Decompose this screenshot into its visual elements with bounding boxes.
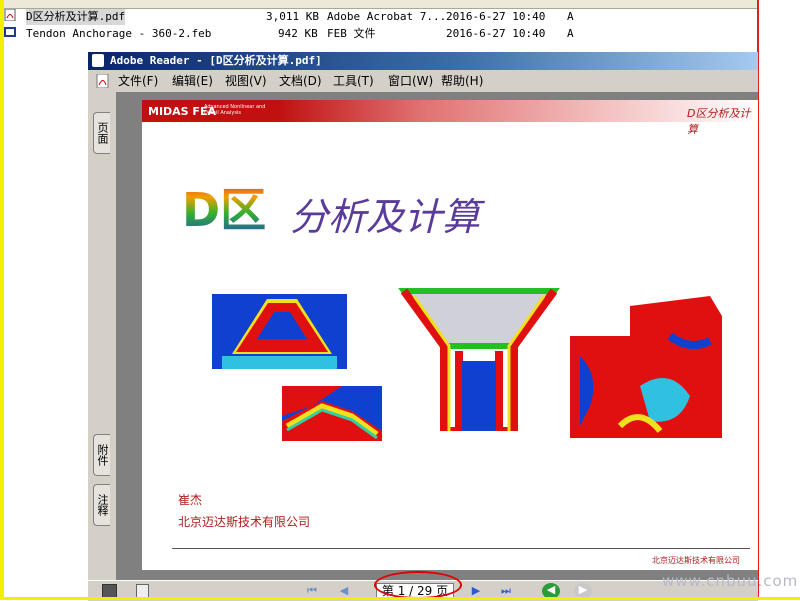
file-type: Adobe Acrobat 7... bbox=[327, 10, 447, 23]
fea-contour-image-1 bbox=[212, 294, 347, 369]
fea-contour-image-3 bbox=[398, 288, 560, 431]
title-bar[interactable]: Adobe Reader - [D区分析及计算.pdf] bbox=[88, 52, 758, 70]
menu-window[interactable]: 窗口(W) bbox=[388, 71, 433, 91]
title-main: 分析及计算 bbox=[290, 195, 481, 239]
window-title: Adobe Reader - [D区分析及计算.pdf] bbox=[110, 54, 322, 67]
menu-help[interactable]: 帮助(H) bbox=[441, 71, 483, 91]
header-title: D区分析及计算 bbox=[687, 107, 751, 136]
menu-edit[interactable]: 编辑(E) bbox=[172, 71, 213, 91]
file-size: 942 KB bbox=[278, 27, 318, 40]
menu-document[interactable]: 文档(D) bbox=[279, 71, 322, 91]
file-name: D区分析及计算.pdf bbox=[26, 9, 126, 25]
file-modified: 2016-6-27 10:40 bbox=[446, 27, 546, 40]
author-name: 崔杰 bbox=[178, 493, 203, 507]
feb-file-icon bbox=[4, 27, 16, 37]
pdf-page: MIDAS FEA Advanced Nonlinear and Detail … bbox=[142, 100, 758, 570]
fea-contour-image-4 bbox=[570, 296, 722, 438]
first-page-icon[interactable]: ⏮ bbox=[304, 584, 320, 598]
go-back-icon[interactable]: ◀ bbox=[542, 583, 560, 599]
continuous-view-icon[interactable] bbox=[136, 584, 149, 599]
tab-pages[interactable]: 页面 bbox=[93, 112, 110, 154]
footer-divider bbox=[172, 548, 750, 549]
file-attr: A bbox=[567, 10, 574, 23]
previous-page-icon[interactable]: ◀ bbox=[336, 584, 352, 598]
navigation-pane: 页面 附件 注释 bbox=[88, 92, 116, 580]
single-page-view-icon[interactable] bbox=[102, 584, 117, 598]
document-icon bbox=[96, 74, 109, 88]
file-list-header bbox=[4, 0, 757, 9]
menu-bar: 文件(F) 编辑(E) 视图(V) 文档(D) 工具(T) 窗口(W) 帮助(H… bbox=[88, 71, 758, 91]
company-name: 北京迈达斯技术有限公司 bbox=[178, 515, 311, 529]
tab-comments[interactable]: 注释 bbox=[93, 484, 110, 526]
adobe-reader-window: Adobe Reader - [D区分析及计算.pdf] 文件(F) 编辑(E)… bbox=[88, 52, 758, 601]
file-name: Tendon Anchorage - 360-2.feb bbox=[26, 27, 212, 40]
title-prefix: D区 bbox=[182, 174, 266, 240]
file-type: FEB 文件 bbox=[327, 27, 376, 40]
footer-company: 北京迈达斯技术有限公司 bbox=[652, 556, 740, 565]
menu-file[interactable]: 文件(F) bbox=[118, 71, 158, 91]
last-page-icon[interactable]: ⏭ bbox=[498, 584, 514, 598]
adobe-reader-icon bbox=[92, 54, 104, 67]
file-row-feb[interactable]: Tendon Anchorage - 360-2.feb 942 KB FEB … bbox=[4, 26, 757, 42]
document-view[interactable]: MIDAS FEA Advanced Nonlinear and Detail … bbox=[116, 92, 758, 580]
go-forward-icon[interactable]: ▶ bbox=[574, 583, 592, 599]
next-page-icon[interactable]: ▶ bbox=[468, 584, 484, 598]
pdf-file-icon bbox=[4, 8, 16, 22]
menu-tools[interactable]: 工具(T) bbox=[333, 71, 374, 91]
file-list: D区分析及计算.pdf 3,011 KB Adobe Acrobat 7... … bbox=[4, 0, 757, 46]
fea-contour-image-2 bbox=[282, 386, 382, 441]
file-attr: A bbox=[567, 27, 574, 40]
file-row-pdf[interactable]: D区分析及计算.pdf 3,011 KB Adobe Acrobat 7... … bbox=[4, 8, 757, 25]
page-indicator-highlight-circle bbox=[374, 571, 462, 599]
file-size: 3,011 KB bbox=[266, 10, 319, 23]
file-modified: 2016-6-27 10:40 bbox=[446, 10, 546, 23]
menu-view[interactable]: 视图(V) bbox=[225, 71, 267, 91]
tab-attachments[interactable]: 附件 bbox=[93, 434, 110, 476]
watermark: www.cnbuu.com bbox=[662, 572, 799, 590]
midas-logo-subtitle: Advanced Nonlinear and Detail Analysis bbox=[204, 104, 266, 116]
